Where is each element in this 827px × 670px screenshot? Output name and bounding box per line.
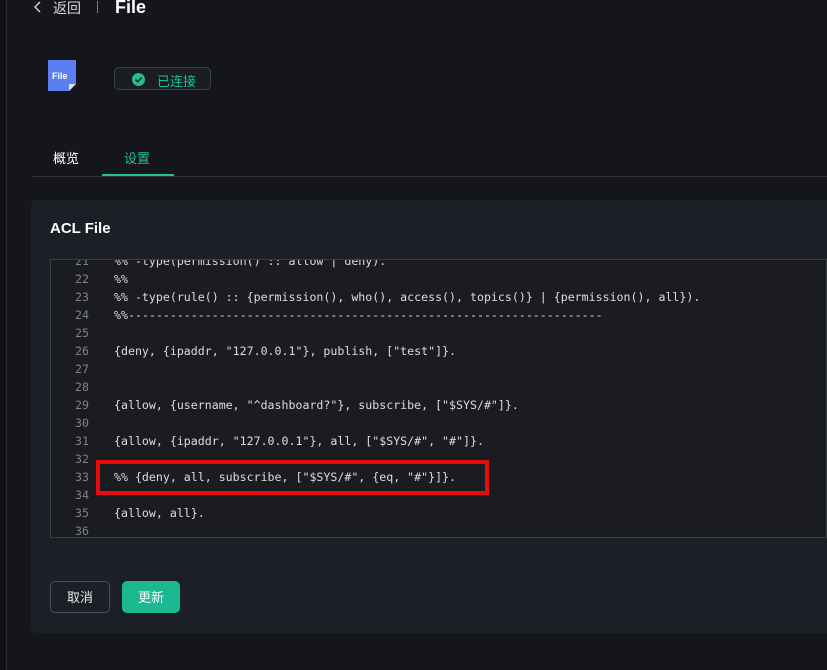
code-text: %% -type(permission() :: allow | deny). (114, 259, 387, 268)
line-number: 22 (75, 272, 89, 286)
tab-settings[interactable]: 设置 (124, 148, 150, 167)
left-rail (0, 0, 7, 670)
code-line[interactable]: 34 (51, 486, 826, 504)
line-number: 35 (75, 506, 89, 520)
code-text: {allow, all}. (114, 506, 205, 520)
line-number: 21 (75, 259, 89, 268)
line-number: 24 (75, 308, 89, 322)
code-line[interactable]: 30 (51, 414, 826, 432)
status-badge: 已连接 (114, 67, 211, 90)
update-button[interactable]: 更新 (122, 581, 180, 613)
code-line[interactable]: 23 %% -type(rule() :: {permission(), who(… (51, 288, 826, 306)
panel-title: ACL File (50, 220, 111, 237)
file-logo-icon: File (48, 60, 76, 91)
code-line[interactable]: 33 %% {deny, all, subscribe, ["$SYS/#", {… (51, 468, 826, 486)
code-line[interactable]: 22%% (51, 270, 826, 288)
line-number: 29 (75, 398, 89, 412)
code-text: {allow, {username, "^dashboard?"}, subsc… (114, 398, 519, 412)
status-text: 已连接 (157, 74, 197, 89)
code-line[interactable]: 27 (51, 360, 826, 378)
chevron-left-icon[interactable] (33, 0, 43, 14)
line-number: 32 (75, 452, 89, 466)
line-number: 34 (75, 488, 89, 502)
code-line[interactable]: 24 %%------------------------------------… (51, 306, 826, 324)
check-circle-icon (132, 73, 145, 86)
code-line[interactable]: 25 (51, 324, 826, 342)
tabs-divider (31, 176, 827, 177)
code-text: %%--------------------------------------… (114, 308, 603, 322)
code-line[interactable]: 29 {allow, {username, "^dashboard?"}, sub… (51, 396, 826, 414)
code-text: %% (114, 272, 128, 286)
code-line[interactable]: 35 {allow, all}. (51, 504, 826, 522)
code-text: %% -type(rule() :: {permission(), who(),… (114, 290, 701, 304)
code-text: %% {deny, all, subscribe, ["$SYS/#", {eq… (114, 470, 457, 484)
page-title: File (115, 0, 147, 17)
line-number: 31 (75, 434, 89, 448)
settings-panel: ACL File 21 %% -type(permission() :: allo… (31, 200, 827, 633)
code-line[interactable]: 28 (51, 378, 826, 396)
code-line[interactable]: 36 (51, 522, 826, 538)
code-text: {deny, {ipaddr, "127.0.0.1"}, publish, [… (114, 344, 457, 358)
line-number: 36 (75, 524, 89, 538)
acl-code-editor[interactable]: 21 %% -type(permission() :: allow | deny)… (50, 259, 827, 538)
code-line[interactable]: 26 {deny, {ipaddr, "127.0.0.1"}, publish,… (51, 342, 826, 360)
header-divider (97, 1, 98, 13)
code-line[interactable]: 21 %% -type(permission() :: allow | deny)… (51, 259, 826, 270)
back-link[interactable]: 返回 (53, 0, 81, 18)
line-number: 27 (75, 362, 89, 376)
line-number: 25 (75, 326, 89, 340)
tab-overview[interactable]: 概览 (53, 148, 79, 167)
line-number: 33 (75, 470, 89, 484)
line-number: 23 (75, 290, 89, 304)
cancel-button[interactable]: 取消 (50, 581, 110, 613)
code-line[interactable]: 32 (51, 450, 826, 468)
line-number: 28 (75, 380, 89, 394)
code-text: {allow, {ipaddr, "127.0.0.1"}, all, ["$S… (114, 434, 484, 448)
file-logo-text: File (52, 71, 68, 81)
line-number: 26 (75, 344, 89, 358)
line-number: 30 (75, 416, 89, 430)
code-line[interactable]: 31 {allow, {ipaddr, "127.0.0.1"}, all, ["… (51, 432, 826, 450)
